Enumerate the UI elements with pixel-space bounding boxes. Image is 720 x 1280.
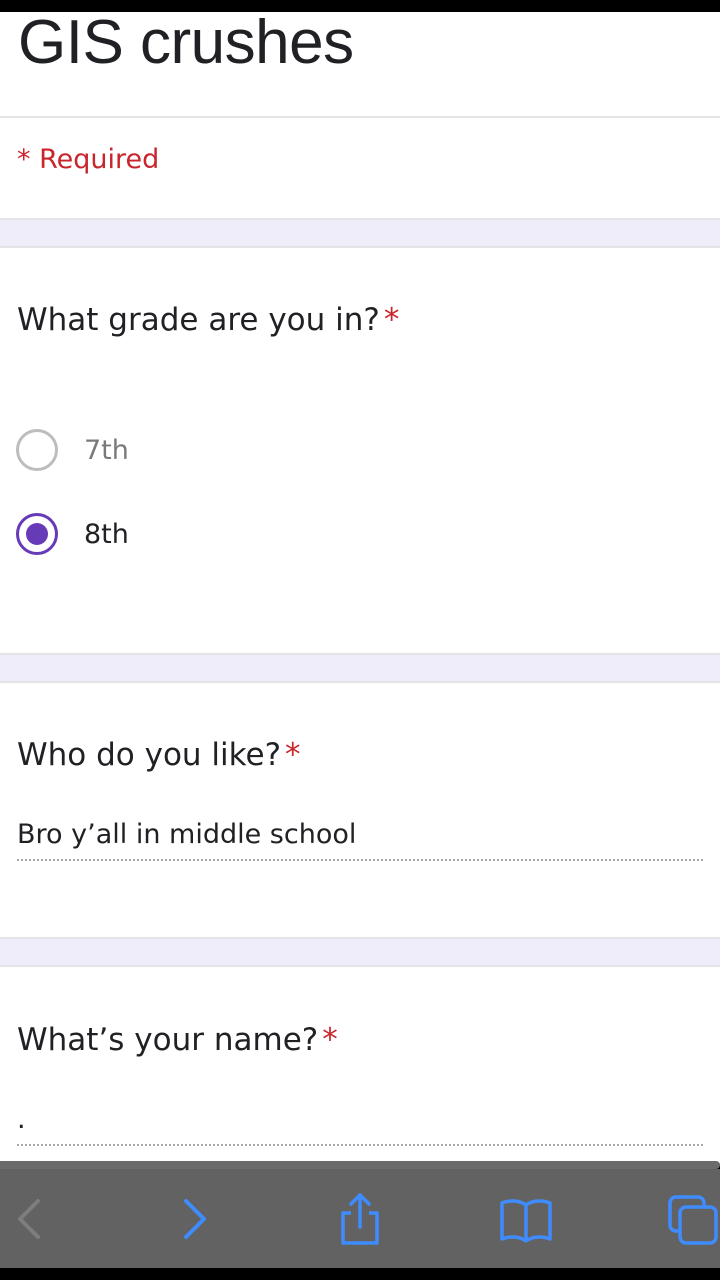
forward-button[interactable] [166, 1191, 222, 1247]
section-divider [0, 218, 720, 248]
tabs-icon [668, 1195, 718, 1245]
share-icon [341, 1193, 379, 1245]
question-grade: What grade are you in? * [17, 302, 399, 338]
title-divider [0, 116, 720, 118]
radio-label-7th: 7th [84, 434, 129, 466]
crush-answer-input[interactable]: Bro y’all in middle school [17, 815, 703, 861]
page-scroll-indicator [0, 1161, 720, 1169]
question-text: Who do you like? [17, 737, 282, 773]
section-divider [0, 937, 720, 967]
radio-option-8th[interactable]: 8th [16, 512, 129, 556]
forward-icon [184, 1199, 206, 1239]
question-crush: Who do you like? * [17, 737, 301, 773]
question-text: What grade are you in? [17, 302, 380, 338]
tabs-button[interactable] [664, 1191, 720, 1247]
required-asterisk: * [322, 1022, 338, 1058]
browser-toolbar [0, 1169, 720, 1268]
back-icon [18, 1199, 40, 1239]
required-asterisk: * [285, 737, 301, 773]
back-button[interactable] [0, 1191, 56, 1247]
bookmarks-icon [500, 1199, 552, 1243]
form-page: GIS crushes * Required What grade are yo… [0, 12, 720, 1164]
section-divider [0, 653, 720, 683]
required-note: * Required [17, 144, 160, 175]
bookmarks-button[interactable] [498, 1191, 554, 1247]
browser-screen: GIS crushes * Required What grade are yo… [0, 0, 720, 1280]
radio-option-7th[interactable]: 7th [16, 428, 129, 472]
question-name: What’s your name? * [17, 1022, 338, 1058]
home-indicator-area [0, 1268, 720, 1280]
radio-unchecked-icon[interactable] [16, 429, 58, 471]
name-answer-input[interactable]: . [17, 1100, 703, 1146]
radio-label-8th: 8th [84, 518, 129, 550]
radio-checked-icon[interactable] [16, 513, 58, 555]
form-title: GIS crushes [18, 12, 354, 77]
question-text: What’s your name? [17, 1022, 319, 1058]
share-button[interactable] [332, 1191, 388, 1247]
required-asterisk: * [383, 302, 400, 338]
